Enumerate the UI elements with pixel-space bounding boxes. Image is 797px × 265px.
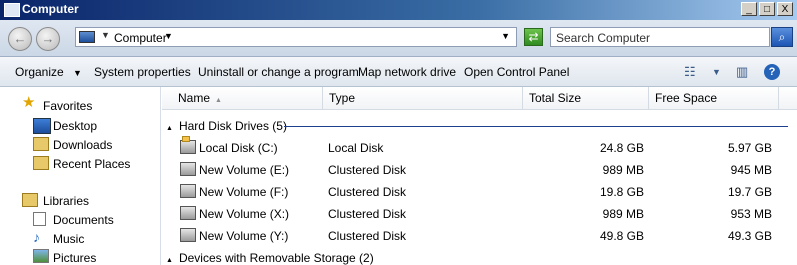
column-type-label: Type (329, 91, 356, 105)
drive-total-size: 24.8 GB (599, 141, 644, 155)
drive-free-space: 49.3 GB (727, 229, 772, 243)
map-network-drive-button[interactable]: Map network drive (358, 65, 456, 79)
drive-name: New Volume (X:) (199, 207, 290, 221)
address-history-dropdown-icon[interactable]: ▼ (501, 31, 510, 41)
drive-name: New Volume (Y:) (199, 229, 289, 243)
drive-type: Clustered Disk (328, 185, 407, 199)
nav-libraries[interactable]: Libraries (43, 194, 89, 208)
breadcrumb-computer[interactable]: Computer (114, 31, 167, 45)
downloads-folder-icon (33, 137, 49, 151)
computer-icon (4, 3, 20, 17)
search-button[interactable]: ⌕ (771, 27, 793, 47)
title-bar: Computer _ □ X (0, 0, 797, 20)
drive-type: Clustered Disk (328, 207, 407, 221)
collapse-arrow-icon: ▲ (166, 125, 173, 132)
sort-ascending-icon: ▲ (215, 97, 222, 104)
maximize-button[interactable]: □ (759, 2, 775, 16)
hard-drive-icon (180, 206, 196, 220)
hard-drive-icon (180, 184, 196, 198)
breadcrumb-chevron-icon[interactable]: ▼ (164, 31, 173, 41)
pictures-icon (33, 249, 49, 263)
preview-pane-icon[interactable]: ▥ (736, 64, 748, 80)
drive-type: Clustered Disk (328, 163, 407, 177)
drive-row[interactable]: Local Disk (C:) Local Disk 24.8 GB 5.97 … (162, 136, 797, 160)
column-headers: Name ▲ Type Total Size Free Space (162, 87, 797, 110)
forward-button[interactable]: → (36, 27, 60, 51)
uninstall-program-button[interactable]: Uninstall or change a program (198, 65, 359, 79)
column-header-free-space[interactable]: Free Space (649, 87, 779, 109)
view-options-icon[interactable]: ☷ (684, 64, 696, 80)
drive-row[interactable]: New Volume (Y:) Clustered Disk 49.8 GB 4… (162, 226, 797, 248)
drive-free-space: 19.7 GB (727, 185, 772, 199)
column-header-total-size[interactable]: Total Size (523, 87, 649, 109)
nav-pictures[interactable]: Pictures (53, 251, 96, 265)
nav-music[interactable]: Music (53, 232, 84, 246)
organize-menu[interactable]: Organize ▼ (15, 65, 82, 79)
music-icon: ♪ (33, 229, 40, 245)
minimize-button[interactable]: _ (741, 2, 757, 16)
command-bar: Organize ▼ System properties Uninstall o… (0, 57, 797, 87)
open-control-panel-button[interactable]: Open Control Panel (464, 65, 569, 79)
search-input[interactable]: Search Computer (550, 27, 770, 47)
computer-icon (79, 31, 95, 43)
nav-downloads[interactable]: Downloads (53, 138, 112, 152)
hard-drive-icon (180, 228, 196, 242)
close-button[interactable]: X (777, 2, 793, 16)
column-header-name[interactable]: Name ▲ (170, 87, 323, 109)
drive-total-size: 989 MB (602, 163, 644, 177)
breadcrumb-root-arrow-icon[interactable]: ▼ (101, 30, 110, 40)
group-header-removable-storage[interactable]: ▲ Devices with Removable Storage (2) (162, 251, 374, 265)
desktop-icon (33, 118, 51, 134)
system-drive-icon (180, 136, 196, 154)
address-field[interactable]: ▼ Computer ▼ ▼ (75, 27, 517, 47)
nav-desktop[interactable]: Desktop (53, 119, 97, 133)
drive-row[interactable]: New Volume (F:) Clustered Disk 19.8 GB 1… (162, 182, 797, 204)
drive-total-size: 49.8 GB (599, 229, 644, 243)
search-icon: ⌕ (778, 30, 786, 44)
drive-free-space: 5.97 GB (727, 141, 772, 155)
drive-total-size: 19.8 GB (599, 185, 644, 199)
forward-arrow-icon: → (41, 31, 55, 46)
drive-name: New Volume (F:) (199, 185, 289, 199)
group-label: Devices with Removable Storage (2) (178, 251, 374, 265)
column-name-label: Name (178, 91, 211, 105)
hard-drive-icon (180, 162, 196, 176)
system-properties-button[interactable]: System properties (94, 65, 191, 79)
column-free-space-label: Free Space (655, 91, 718, 105)
drive-type: Clustered Disk (328, 229, 407, 243)
window-title: Computer (22, 2, 79, 16)
nav-recent-places[interactable]: Recent Places (53, 157, 130, 171)
drive-total-size: 989 MB (602, 207, 644, 221)
navigation-pane: ★ Favorites Desktop Downloads Recent Pla… (0, 87, 161, 265)
group-header-hard-disk-drives[interactable]: ▲ Hard Disk Drives (5) (162, 119, 287, 133)
drive-row[interactable]: New Volume (E:) Clustered Disk 989 MB 94… (162, 160, 797, 182)
documents-icon (33, 212, 46, 226)
column-header-type[interactable]: Type (323, 87, 523, 109)
nav-documents[interactable]: Documents (53, 213, 114, 227)
collapse-arrow-icon: ▲ (166, 257, 173, 264)
nav-favorites[interactable]: Favorites (43, 99, 92, 113)
drive-name: Local Disk (C:) (199, 141, 278, 155)
group-divider (284, 126, 788, 127)
address-bar-area: ← → ▼ Computer ▼ ▼ ⇄ Search Computer ⌕ (0, 20, 797, 57)
file-list: Name ▲ Type Total Size Free Space ▲ Hard D… (162, 87, 797, 265)
recent-places-icon (33, 156, 49, 170)
help-icon[interactable]: ? (764, 64, 780, 80)
drive-free-space: 945 MB (730, 163, 772, 177)
back-arrow-icon: ← (13, 31, 27, 46)
refresh-button[interactable]: ⇄ (524, 28, 543, 46)
drive-type: Local Disk (328, 141, 384, 155)
view-dropdown-icon[interactable]: ▼ (712, 67, 721, 77)
refresh-icon: ⇄ (528, 30, 539, 44)
group-label: Hard Disk Drives (5) (178, 119, 287, 133)
libraries-icon (22, 193, 38, 207)
star-icon: ★ (22, 94, 36, 111)
column-total-size-label: Total Size (529, 91, 582, 105)
back-button[interactable]: ← (8, 27, 32, 51)
drive-free-space: 953 MB (730, 207, 772, 221)
drive-name: New Volume (E:) (199, 163, 290, 177)
drive-row[interactable]: New Volume (X:) Clustered Disk 989 MB 95… (162, 204, 797, 226)
organize-label: Organize (15, 65, 64, 79)
chevron-down-icon: ▼ (73, 68, 82, 78)
